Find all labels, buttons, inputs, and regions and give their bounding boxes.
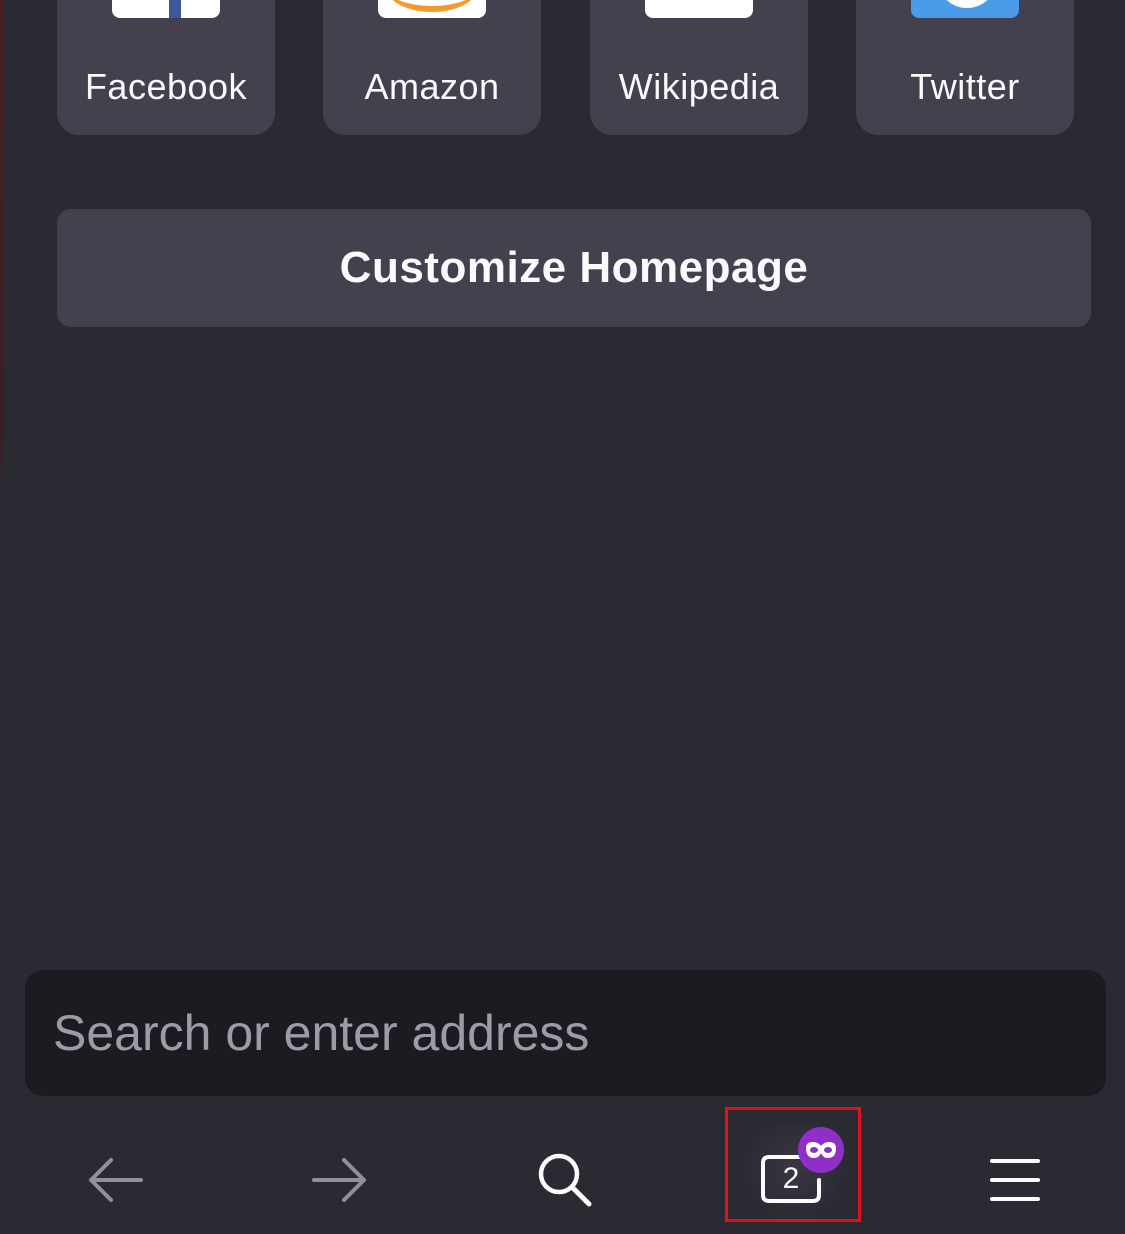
- back-arrow-icon: [89, 1158, 143, 1202]
- amazon-icon: [378, 0, 486, 18]
- hamburger-menu-icon: [990, 1159, 1040, 1201]
- menu-button[interactable]: [960, 1140, 1070, 1220]
- forward-arrow-icon: [312, 1158, 366, 1202]
- top-site-label: Facebook: [84, 66, 248, 107]
- top-site-wikipedia[interactable]: Wikipedia: [590, 0, 808, 135]
- top-site-label: Amazon: [364, 66, 500, 107]
- top-site-amazon[interactable]: Amazon: [323, 0, 541, 135]
- forward-button[interactable]: [285, 1140, 395, 1220]
- top-site-twitter[interactable]: Twitter: [856, 0, 1074, 135]
- top-site-facebook[interactable]: Facebook: [57, 0, 275, 135]
- facebook-icon: [112, 0, 220, 18]
- address-bar[interactable]: [25, 970, 1106, 1096]
- top-site-label: Wikipedia: [618, 66, 780, 107]
- tabs-button-highlight: [725, 1107, 861, 1222]
- customize-homepage-button[interactable]: Customize Homepage: [57, 209, 1091, 327]
- window-edge: [0, 0, 4, 1234]
- back-button[interactable]: [60, 1140, 170, 1220]
- browser-homepage: Facebook Amazon Wikipedia Twitter Custom…: [0, 0, 1125, 1234]
- address-input[interactable]: [53, 1004, 1053, 1062]
- search-button[interactable]: [510, 1140, 620, 1220]
- top-site-label: Twitter: [910, 66, 1020, 107]
- search-icon: [538, 1153, 592, 1207]
- twitter-icon: [911, 0, 1019, 18]
- wikipedia-icon: [645, 0, 753, 18]
- bottom-toolbar: [0, 1110, 1125, 1234]
